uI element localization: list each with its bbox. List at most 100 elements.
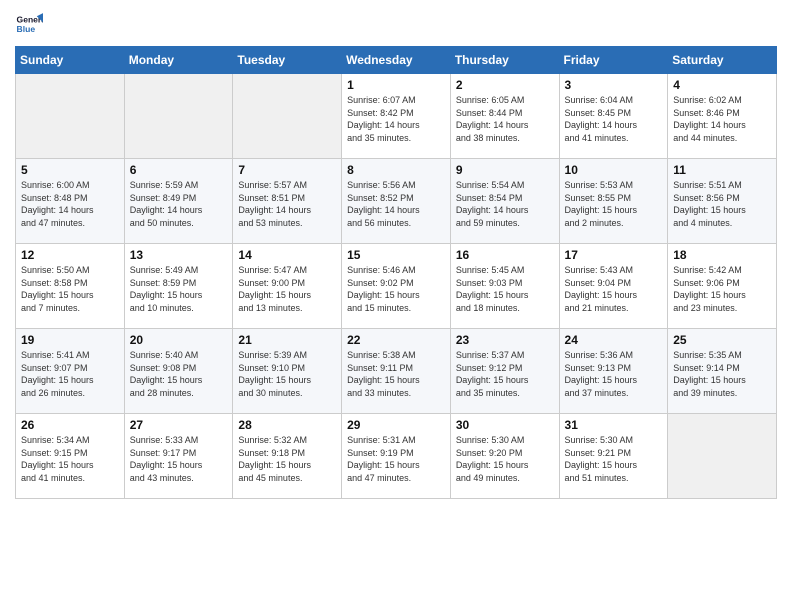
- calendar-cell: [233, 74, 342, 159]
- calendar-cell: 6 Sunrise: 5:59 AM Sunset: 8:49 PM Daylig…: [124, 159, 233, 244]
- cell-content: Sunrise: 5:38 AM Sunset: 9:11 PM Dayligh…: [347, 349, 445, 399]
- calendar-cell: 11 Sunrise: 5:51 AM Sunset: 8:56 PM Dayli…: [668, 159, 777, 244]
- calendar-cell: 28Sunrise: 5:32 AM Sunset: 9:18 PM Dayli…: [233, 414, 342, 499]
- cell-content: Sunrise: 5:51 AM Sunset: 8:56 PM Dayligh…: [673, 179, 771, 229]
- day-number: 4: [673, 78, 771, 92]
- day-number: 26: [21, 418, 119, 432]
- calendar-cell: [16, 74, 125, 159]
- day-number: 23: [456, 333, 554, 347]
- day-number: 8: [347, 163, 445, 177]
- cell-content: Sunrise: 6:05 AM Sunset: 8:44 PM Dayligh…: [456, 94, 554, 144]
- day-number: 5: [21, 163, 119, 177]
- cell-content: Sunrise: 5:30 AM Sunset: 9:21 PM Dayligh…: [565, 434, 663, 484]
- day-number: 21: [238, 333, 336, 347]
- cell-content: Sunrise: 5:33 AM Sunset: 9:17 PM Dayligh…: [130, 434, 228, 484]
- calendar-cell: 18Sunrise: 5:42 AM Sunset: 9:06 PM Dayli…: [668, 244, 777, 329]
- cell-content: Sunrise: 5:34 AM Sunset: 9:15 PM Dayligh…: [21, 434, 119, 484]
- calendar-cell: 20 Sunrise: 5:40 AM Sunset: 9:08 PM Dayli…: [124, 329, 233, 414]
- day-number: 19: [21, 333, 119, 347]
- weekday-header: Thursday: [450, 47, 559, 74]
- calendar-table: SundayMondayTuesdayWednesdayThursdayFrid…: [15, 46, 777, 499]
- cell-content: Sunrise: 6:02 AM Sunset: 8:46 PM Dayligh…: [673, 94, 771, 144]
- calendar-cell: 16Sunrise: 5:45 AM Sunset: 9:03 PM Dayli…: [450, 244, 559, 329]
- day-number: 29: [347, 418, 445, 432]
- calendar-cell: 2Sunrise: 6:05 AM Sunset: 8:44 PM Daylig…: [450, 74, 559, 159]
- calendar-cell: 13 Sunrise: 5:49 AM Sunset: 8:59 PM Dayli…: [124, 244, 233, 329]
- cell-content: Sunrise: 6:04 AM Sunset: 8:45 PM Dayligh…: [565, 94, 663, 144]
- calendar-cell: [668, 414, 777, 499]
- cell-content: Sunrise: 6:00 AM Sunset: 8:48 PM Dayligh…: [21, 179, 119, 229]
- calendar-cell: 4 Sunrise: 6:02 AM Sunset: 8:46 PM Daylig…: [668, 74, 777, 159]
- cell-content: Sunrise: 5:39 AM Sunset: 9:10 PM Dayligh…: [238, 349, 336, 399]
- day-number: 30: [456, 418, 554, 432]
- cell-content: Sunrise: 5:43 AM Sunset: 9:04 PM Dayligh…: [565, 264, 663, 314]
- calendar-cell: 12 Sunrise: 5:50 AM Sunset: 8:58 PM Dayli…: [16, 244, 125, 329]
- day-number: 27: [130, 418, 228, 432]
- day-number: 14: [238, 248, 336, 262]
- calendar-week-row: 12 Sunrise: 5:50 AM Sunset: 8:58 PM Dayli…: [16, 244, 777, 329]
- cell-content: Sunrise: 5:46 AM Sunset: 9:02 PM Dayligh…: [347, 264, 445, 314]
- calendar-cell: 23 Sunrise: 5:37 AM Sunset: 9:12 PM Dayli…: [450, 329, 559, 414]
- calendar-cell: 19 Sunrise: 5:41 AM Sunset: 9:07 PM Dayli…: [16, 329, 125, 414]
- day-number: 9: [456, 163, 554, 177]
- calendar-cell: 30 Sunrise: 5:30 AM Sunset: 9:20 PM Dayli…: [450, 414, 559, 499]
- logo: General Blue: [15, 10, 47, 38]
- calendar-cell: 26 Sunrise: 5:34 AM Sunset: 9:15 PM Dayli…: [16, 414, 125, 499]
- cell-content: Sunrise: 5:50 AM Sunset: 8:58 PM Dayligh…: [21, 264, 119, 314]
- calendar-cell: 17 Sunrise: 5:43 AM Sunset: 9:04 PM Dayli…: [559, 244, 668, 329]
- day-number: 11: [673, 163, 771, 177]
- weekday-header: Saturday: [668, 47, 777, 74]
- weekday-header: Wednesday: [342, 47, 451, 74]
- day-number: 10: [565, 163, 663, 177]
- cell-content: Sunrise: 5:47 AM Sunset: 9:00 PM Dayligh…: [238, 264, 336, 314]
- calendar-cell: 10 Sunrise: 5:53 AM Sunset: 8:55 PM Dayli…: [559, 159, 668, 244]
- day-number: 6: [130, 163, 228, 177]
- calendar-cell: 29 Sunrise: 5:31 AM Sunset: 9:19 PM Dayli…: [342, 414, 451, 499]
- logo-icon: General Blue: [15, 10, 43, 38]
- cell-content: Sunrise: 5:40 AM Sunset: 9:08 PM Dayligh…: [130, 349, 228, 399]
- cell-content: Sunrise: 5:53 AM Sunset: 8:55 PM Dayligh…: [565, 179, 663, 229]
- day-number: 28: [238, 418, 336, 432]
- calendar-body: 1 Sunrise: 6:07 AM Sunset: 8:42 PM Daylig…: [16, 74, 777, 499]
- cell-content: Sunrise: 5:54 AM Sunset: 8:54 PM Dayligh…: [456, 179, 554, 229]
- cell-content: Sunrise: 5:41 AM Sunset: 9:07 PM Dayligh…: [21, 349, 119, 399]
- calendar-cell: 27 Sunrise: 5:33 AM Sunset: 9:17 PM Dayli…: [124, 414, 233, 499]
- svg-text:Blue: Blue: [17, 24, 36, 34]
- cell-content: Sunrise: 5:31 AM Sunset: 9:19 PM Dayligh…: [347, 434, 445, 484]
- cell-content: Sunrise: 5:37 AM Sunset: 9:12 PM Dayligh…: [456, 349, 554, 399]
- page-header: General Blue: [15, 10, 777, 38]
- calendar-cell: [124, 74, 233, 159]
- calendar-week-row: 19 Sunrise: 5:41 AM Sunset: 9:07 PM Dayli…: [16, 329, 777, 414]
- calendar-cell: 25 Sunrise: 5:35 AM Sunset: 9:14 PM Dayli…: [668, 329, 777, 414]
- cell-content: Sunrise: 5:56 AM Sunset: 8:52 PM Dayligh…: [347, 179, 445, 229]
- weekday-header: Friday: [559, 47, 668, 74]
- day-number: 24: [565, 333, 663, 347]
- calendar-cell: 14 Sunrise: 5:47 AM Sunset: 9:00 PM Dayli…: [233, 244, 342, 329]
- cell-content: Sunrise: 5:30 AM Sunset: 9:20 PM Dayligh…: [456, 434, 554, 484]
- weekday-header: Tuesday: [233, 47, 342, 74]
- calendar-cell: 24Sunrise: 5:36 AM Sunset: 9:13 PM Dayli…: [559, 329, 668, 414]
- cell-content: Sunrise: 5:59 AM Sunset: 8:49 PM Dayligh…: [130, 179, 228, 229]
- calendar-cell: 8 Sunrise: 5:56 AM Sunset: 8:52 PM Daylig…: [342, 159, 451, 244]
- calendar-cell: 21 Sunrise: 5:39 AM Sunset: 9:10 PM Dayli…: [233, 329, 342, 414]
- day-number: 25: [673, 333, 771, 347]
- day-number: 15: [347, 248, 445, 262]
- day-number: 1: [347, 78, 445, 92]
- calendar-cell: 31Sunrise: 5:30 AM Sunset: 9:21 PM Dayli…: [559, 414, 668, 499]
- calendar-week-row: 26 Sunrise: 5:34 AM Sunset: 9:15 PM Dayli…: [16, 414, 777, 499]
- calendar-cell: 1 Sunrise: 6:07 AM Sunset: 8:42 PM Daylig…: [342, 74, 451, 159]
- cell-content: Sunrise: 5:35 AM Sunset: 9:14 PM Dayligh…: [673, 349, 771, 399]
- calendar-week-row: 1 Sunrise: 6:07 AM Sunset: 8:42 PM Daylig…: [16, 74, 777, 159]
- calendar-cell: 7Sunrise: 5:57 AM Sunset: 8:51 PM Daylig…: [233, 159, 342, 244]
- day-number: 12: [21, 248, 119, 262]
- weekday-header: Monday: [124, 47, 233, 74]
- day-number: 20: [130, 333, 228, 347]
- day-number: 17: [565, 248, 663, 262]
- calendar-cell: 5 Sunrise: 6:00 AM Sunset: 8:48 PM Daylig…: [16, 159, 125, 244]
- cell-content: Sunrise: 6:07 AM Sunset: 8:42 PM Dayligh…: [347, 94, 445, 144]
- cell-content: Sunrise: 5:49 AM Sunset: 8:59 PM Dayligh…: [130, 264, 228, 314]
- calendar-header-row: SundayMondayTuesdayWednesdayThursdayFrid…: [16, 47, 777, 74]
- day-number: 13: [130, 248, 228, 262]
- day-number: 3: [565, 78, 663, 92]
- cell-content: Sunrise: 5:45 AM Sunset: 9:03 PM Dayligh…: [456, 264, 554, 314]
